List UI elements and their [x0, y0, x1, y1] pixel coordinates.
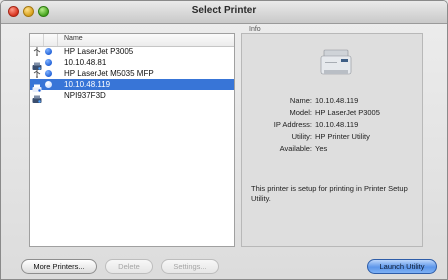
info-utility-key: Utility:	[291, 132, 312, 141]
info-ip-key: IP Address:	[273, 120, 312, 129]
settings-button[interactable]: Settings...	[161, 259, 219, 274]
info-model-key: Model:	[289, 108, 312, 117]
info-available-row: Available: Yes	[242, 144, 422, 154]
printer-name: HP LaserJet P3005	[64, 47, 134, 56]
printer-name: 10.10.48.81	[64, 58, 107, 67]
info-model-row: Model: HP LaserJet P3005	[242, 108, 422, 118]
printer-row[interactable]: 10.10.48.81	[30, 57, 234, 70]
blue-dot-icon	[45, 48, 52, 55]
info-ip-value: 10.10.48.119	[315, 120, 359, 129]
printer-row[interactable]: NPI937F3D	[30, 90, 234, 103]
launch-utility-button[interactable]: Launch Utility	[367, 259, 437, 274]
usb-icon	[32, 47, 42, 56]
delete-button[interactable]: Delete	[105, 259, 153, 274]
network-printer-icon	[32, 80, 42, 92]
column-header-name[interactable]: Name	[64, 35, 83, 42]
info-pane: Name: 10.10.48.119 Model: HP LaserJet P3…	[241, 33, 423, 247]
header-divider	[43, 34, 44, 46]
blue-dot-icon	[45, 59, 52, 66]
laser-printer-icon	[318, 44, 354, 80]
select-printer-window: Select Printer Name HP LaserJet P3005 10	[0, 0, 448, 280]
network-printer-icon	[32, 58, 42, 70]
info-available-value: Yes	[315, 144, 328, 153]
usb-icon	[32, 69, 42, 78]
info-utility-row: Utility: HP Printer Utility	[242, 132, 422, 142]
info-section-label: Info	[249, 26, 261, 33]
blue-dot-icon	[45, 70, 52, 77]
printer-rows: HP LaserJet P3005 10.10.48.81 HP LaserJe…	[30, 46, 234, 103]
printer-row[interactable]: HP LaserJet M5035 MFP	[30, 68, 234, 79]
network-printer-icon	[32, 91, 42, 103]
printer-name: 10.10.48.119	[64, 80, 111, 89]
info-name-value: 10.10.48.119	[315, 96, 359, 105]
more-printers-button[interactable]: More Printers...	[21, 259, 97, 274]
info-note: This printer is setup for printing in Pr…	[251, 184, 408, 203]
printer-name: NPI937F3D	[64, 91, 106, 100]
info-available-key: Available:	[279, 144, 312, 153]
printer-list[interactable]: Name HP LaserJet P3005 10.10.48.81 HP La…	[29, 33, 235, 247]
info-name-key: Name:	[289, 96, 312, 105]
info-utility-value: HP Printer Utility	[315, 132, 370, 141]
title-bar: Select Printer	[1, 1, 447, 24]
blue-dot-icon	[45, 81, 52, 88]
window-title: Select Printer	[191, 5, 257, 16]
info-ip-row: IP Address: 10.10.48.119	[242, 120, 422, 130]
info-model-value: HP LaserJet P3005	[315, 108, 380, 117]
header-divider	[57, 34, 58, 46]
info-name-row: Name: 10.10.48.119	[242, 96, 422, 106]
printer-row-selected[interactable]: 10.10.48.119	[30, 79, 234, 92]
printer-name: HP LaserJet M5035 MFP	[64, 69, 154, 78]
printer-row[interactable]: HP LaserJet P3005	[30, 46, 234, 57]
